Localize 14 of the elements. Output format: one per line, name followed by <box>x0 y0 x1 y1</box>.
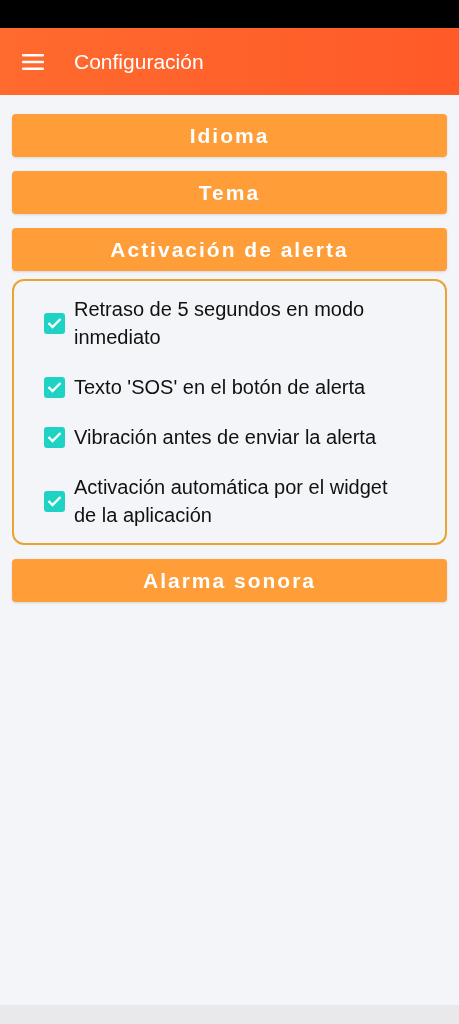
option-label: Texto 'SOS' en el botón de alerta <box>74 375 366 400</box>
checkbox[interactable] <box>44 490 65 512</box>
option-label: Vibración antes de enviar la alerta <box>74 425 377 450</box>
section-button[interactable]: Activación de alerta <box>12 228 447 271</box>
checkbox[interactable] <box>44 426 65 448</box>
screen-title: Configuración <box>74 48 204 75</box>
section-button[interactable]: Alarma sonora <box>12 559 447 602</box>
section-button[interactable]: Tema <box>12 171 447 214</box>
option-label: Retraso de 5 segundos en modo inmediato <box>74 297 366 350</box>
checkbox[interactable] <box>44 312 65 334</box>
section-button[interactable]: Idioma <box>12 114 447 157</box>
option-label: Activación automática por el widget de la aplicación <box>74 475 389 528</box>
menu-icon[interactable] <box>22 52 46 71</box>
checkbox[interactable] <box>44 376 65 398</box>
